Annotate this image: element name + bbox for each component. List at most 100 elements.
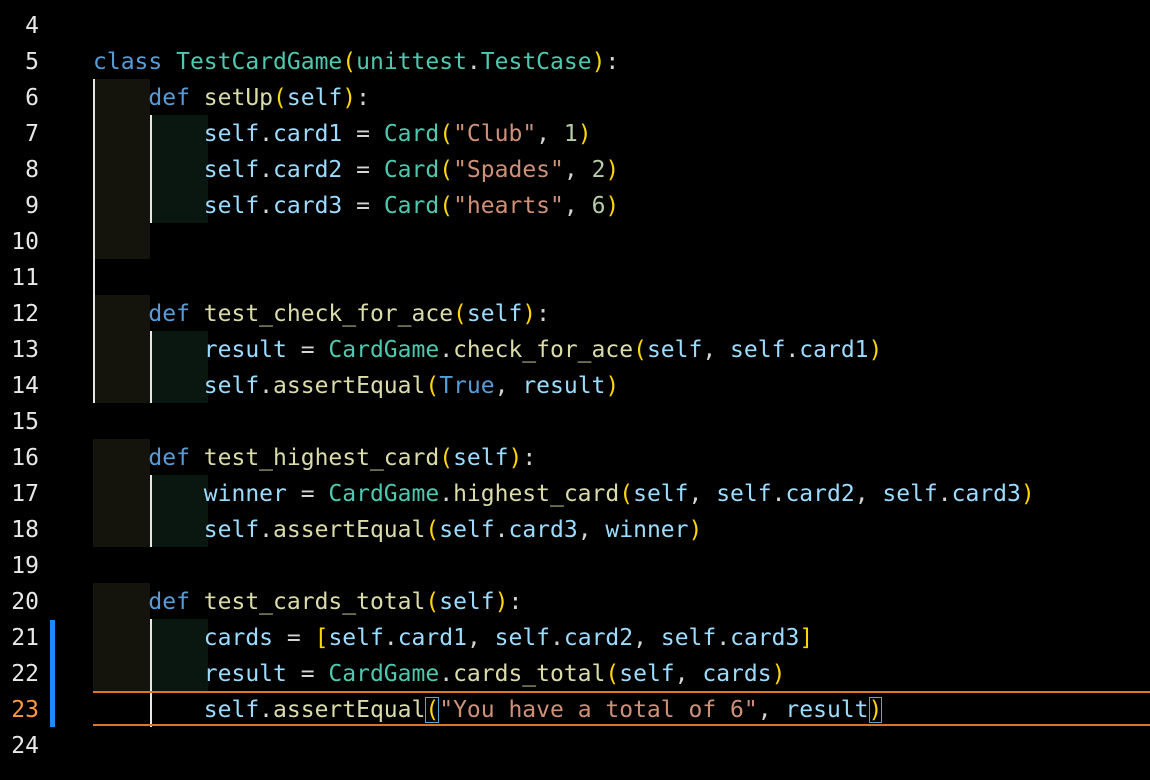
code-token: ( xyxy=(605,661,620,687)
code-line[interactable]: 14 self.assertEqual(True, result) xyxy=(0,368,1150,404)
code-token: self xyxy=(203,517,260,543)
line-number: 4 xyxy=(25,13,39,39)
line-number: 19 xyxy=(11,553,39,579)
line-number: 14 xyxy=(11,373,39,399)
code-line[interactable]: 24 xyxy=(0,728,1150,764)
code-token: = xyxy=(286,337,329,363)
code-editor[interactable]: 4 5 class TestCardGame(unittest.TestCase):… xyxy=(0,0,1150,780)
code-line[interactable]: 11 xyxy=(0,260,1150,296)
code-token: ( xyxy=(619,481,634,507)
code-token: self xyxy=(466,301,523,327)
code-token: : xyxy=(605,49,620,75)
code-line[interactable]: 4 xyxy=(0,8,1150,44)
code-text: result = CardGame.cards_total(self, card… xyxy=(93,656,786,692)
code-token: "Spades" xyxy=(453,157,564,183)
code-token: check_for_ace xyxy=(453,337,634,363)
code-token: assertEqual xyxy=(273,697,426,723)
code-token: self xyxy=(203,157,260,183)
code-token: = xyxy=(286,481,329,507)
code-line[interactable]: 17 winner = CardGame.highest_card(self, … xyxy=(0,476,1150,512)
code-text: self.card1 = Card("Club", 1) xyxy=(93,116,592,152)
code-token: . xyxy=(383,625,398,651)
code-token: class xyxy=(93,49,163,75)
code-line[interactable]: 5 class TestCardGame(unittest.TestCase): xyxy=(0,44,1150,80)
code-token: ) xyxy=(342,85,357,111)
code-token: def xyxy=(148,85,190,111)
code-token: . xyxy=(550,625,564,651)
code-token: ( xyxy=(439,157,454,183)
code-token: ) xyxy=(508,445,523,471)
line-number: 13 xyxy=(11,337,39,363)
code-token: ( xyxy=(425,373,440,399)
code-token: , xyxy=(702,337,731,363)
line-number: 9 xyxy=(25,193,39,219)
code-token: card1 xyxy=(397,625,467,651)
code-token: def xyxy=(148,445,190,471)
line-number: 22 xyxy=(11,661,39,687)
code-line[interactable]: 19 xyxy=(0,548,1150,584)
code-token: . xyxy=(716,625,731,651)
code-text: self.card2 = Card("Spades", 2) xyxy=(93,152,620,188)
code-token: . xyxy=(259,373,274,399)
code-line[interactable]: 15 xyxy=(0,404,1150,440)
code-token: CardGame xyxy=(328,481,440,507)
code-line[interactable]: 9 self.card3 = Card("hearts", 6) xyxy=(0,188,1150,224)
code-token: self xyxy=(660,625,717,651)
code-line[interactable]: 20 def test_cards_total(self): xyxy=(0,584,1150,620)
code-token: CardGame xyxy=(328,661,440,687)
code-line[interactable]: 13 result = CardGame.check_for_ace(self,… xyxy=(0,332,1150,368)
code-token: : xyxy=(356,85,371,111)
code-token: [ xyxy=(314,625,329,651)
code-text: winner = CardGame.highest_card(self, sel… xyxy=(93,476,1035,512)
code-line[interactable]: 10 xyxy=(0,224,1150,260)
line-number: 16 xyxy=(11,445,39,471)
line-number: 21 xyxy=(11,625,39,651)
code-token: assertEqual xyxy=(273,517,426,543)
code-line[interactable]: 18 self.assertEqual(self.card3, winner) xyxy=(0,512,1150,548)
code-token: TestCardGame xyxy=(176,49,343,75)
code-token: card1 xyxy=(273,121,343,147)
code-token: , xyxy=(633,625,661,651)
code-token: True xyxy=(439,373,495,399)
code-token: assertEqual xyxy=(273,373,426,399)
code-token: ( xyxy=(633,337,647,363)
code-text: class TestCardGame(unittest.TestCase): xyxy=(93,44,619,80)
code-token: , xyxy=(757,697,786,723)
code-token: = xyxy=(286,661,329,687)
code-line[interactable]: 22 result = CardGame.cards_total(self, c… xyxy=(0,656,1150,692)
code-token: winner xyxy=(605,517,689,543)
line-number: 20 xyxy=(11,589,39,615)
code-token: self xyxy=(730,337,786,363)
code-line[interactable]: 16 def test_highest_card(self): xyxy=(0,440,1150,476)
code-line[interactable]: 21 cards = [self.card1, self.card2, self… xyxy=(0,620,1150,656)
code-line[interactable]: 23 self.assertEqual("You have a total of… xyxy=(0,692,1150,728)
code-token: ) xyxy=(494,589,509,615)
code-token: self xyxy=(882,481,938,507)
code-line[interactable]: 8 self.card2 = Card("Spades", 2) xyxy=(0,152,1150,188)
code-token: . xyxy=(259,157,274,183)
code-token: card2 xyxy=(785,481,855,507)
code-token: highest_card xyxy=(453,481,620,507)
code-token: . xyxy=(466,49,481,75)
code-token: . xyxy=(439,661,454,687)
code-token: ( xyxy=(342,49,357,75)
code-token: : xyxy=(508,589,523,615)
code-line[interactable]: 7 self.card1 = Card("Club", 1) xyxy=(0,116,1150,152)
code-token: 2 xyxy=(591,157,606,183)
code-line[interactable]: 6 def setUp(self): xyxy=(0,80,1150,116)
code-text: def setUp(self): xyxy=(93,80,370,116)
code-line[interactable]: 12 def test_check_for_ace(self): xyxy=(0,296,1150,332)
code-token: . xyxy=(439,481,454,507)
code-token: card2 xyxy=(563,625,634,651)
code-token: : xyxy=(536,301,551,327)
code-token: card3 xyxy=(730,625,800,651)
